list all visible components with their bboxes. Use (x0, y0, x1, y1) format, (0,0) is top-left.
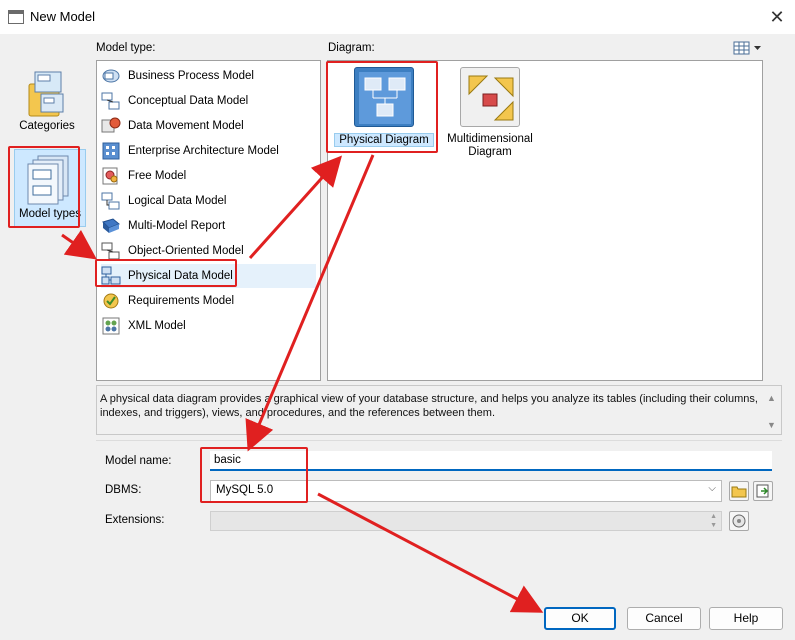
view-toggle-button[interactable] (733, 40, 763, 56)
model-name-input[interactable] (210, 451, 772, 471)
extensions-field: ▲ ▼ (210, 511, 722, 531)
list-item-label: Object-Oriented Model (128, 245, 244, 257)
list-item-label: Multi-Model Report (128, 220, 226, 232)
diagram-label: Diagram: (328, 42, 375, 54)
window-icon (8, 10, 24, 24)
dbms-select[interactable]: MySQL 5.0 ⌵ (210, 480, 722, 502)
dbms-label: DBMS: (105, 484, 142, 496)
requirements-icon (101, 291, 121, 311)
list-item-label: Conceptual Data Model (128, 95, 249, 107)
grid-view-icon (733, 41, 761, 55)
diagram-label-line2: Diagram (468, 146, 512, 158)
model-types-icon (27, 155, 69, 205)
list-item-label: Enterprise Architecture Model (128, 145, 279, 157)
xml-model-icon (101, 316, 121, 336)
scroll-up-icon[interactable]: ▲ (767, 393, 776, 403)
list-item-logical-data[interactable]: Logical Data Model (101, 189, 316, 213)
logical-data-icon (101, 191, 121, 211)
model-type-list[interactable]: Business Process Model Conceptual Data M… (96, 60, 321, 381)
model-type-label: Model type: (96, 42, 156, 54)
free-model-icon (101, 166, 121, 186)
list-item-business-process[interactable]: Business Process Model (101, 64, 316, 88)
categories-label: Categories (19, 120, 75, 132)
ok-button[interactable]: OK (544, 607, 616, 630)
diagram-label-line1: Multidimensional (447, 133, 533, 145)
diagram-label: Physical Diagram (334, 133, 434, 147)
list-item-label: Physical Data Model (128, 270, 233, 282)
cancel-button[interactable]: Cancel (627, 607, 701, 630)
physical-diagram-icon (354, 67, 414, 127)
folder-icon (731, 486, 747, 498)
list-item-conceptual-data[interactable]: Conceptual Data Model (101, 89, 316, 113)
title-bar (0, 0, 795, 34)
model-name-label: Model name: (105, 455, 172, 467)
model-types-button[interactable]: Model types (14, 149, 86, 227)
spinner-icon: ▲ ▼ (710, 513, 717, 529)
folder-icon (28, 71, 64, 117)
diagram-area[interactable]: Physical Diagram Multidimensional Diagra… (327, 60, 763, 381)
arrow-to-physical-data-model (61, 229, 97, 260)
window-title: New Model (30, 9, 96, 24)
browse-folder-button[interactable] (729, 481, 749, 501)
description-text: A physical data diagram provides a graph… (96, 385, 782, 435)
scroll-down-icon[interactable]: ▼ (767, 420, 776, 430)
object-oriented-icon (101, 241, 121, 261)
business-process-icon (101, 66, 121, 86)
list-item-label: Requirements Model (128, 295, 235, 307)
help-button[interactable]: Help (709, 607, 783, 630)
extensions-select-button[interactable] (729, 511, 749, 531)
list-item-xml-model[interactable]: XML Model (101, 314, 316, 338)
list-item-label: XML Model (128, 320, 186, 332)
close-button[interactable]: ✕ (764, 4, 790, 30)
categories-button[interactable]: Categories (14, 66, 80, 142)
extensions-label: Extensions: (105, 514, 165, 526)
list-item-data-movement[interactable]: Data Movement Model (101, 114, 316, 138)
multi-model-report-icon (101, 216, 121, 236)
enterprise-architecture-icon (101, 141, 121, 161)
diagram-multidimensional[interactable]: Multidimensional Diagram (440, 61, 540, 161)
physical-data-icon (101, 266, 121, 286)
list-item-multi-model-report[interactable]: Multi-Model Report (101, 214, 316, 238)
diagram-physical[interactable]: Physical Diagram (334, 61, 434, 149)
chevron-down-icon: ⌵ (708, 483, 716, 494)
list-item-label: Logical Data Model (128, 195, 227, 207)
model-types-label: Model types (18, 208, 81, 220)
open-icon (756, 484, 769, 498)
list-item-enterprise-architecture[interactable]: Enterprise Architecture Model (101, 139, 316, 163)
conceptual-data-icon (101, 91, 121, 111)
list-item-object-oriented[interactable]: Object-Oriented Model (101, 239, 316, 263)
multidimensional-diagram-icon (460, 67, 520, 127)
list-item-label: Business Process Model (128, 70, 254, 82)
properties-button[interactable] (753, 481, 773, 501)
list-item-label: Data Movement Model (128, 120, 244, 132)
list-item-label: Free Model (128, 170, 187, 182)
dbms-value: MySQL 5.0 (216, 484, 274, 496)
list-item-requirements[interactable]: Requirements Model (101, 289, 316, 313)
list-item-free-model[interactable]: Free Model (101, 164, 316, 188)
data-movement-icon (101, 116, 121, 136)
list-item-physical-data[interactable]: Physical Data Model (101, 264, 316, 288)
extensions-icon (732, 514, 746, 528)
